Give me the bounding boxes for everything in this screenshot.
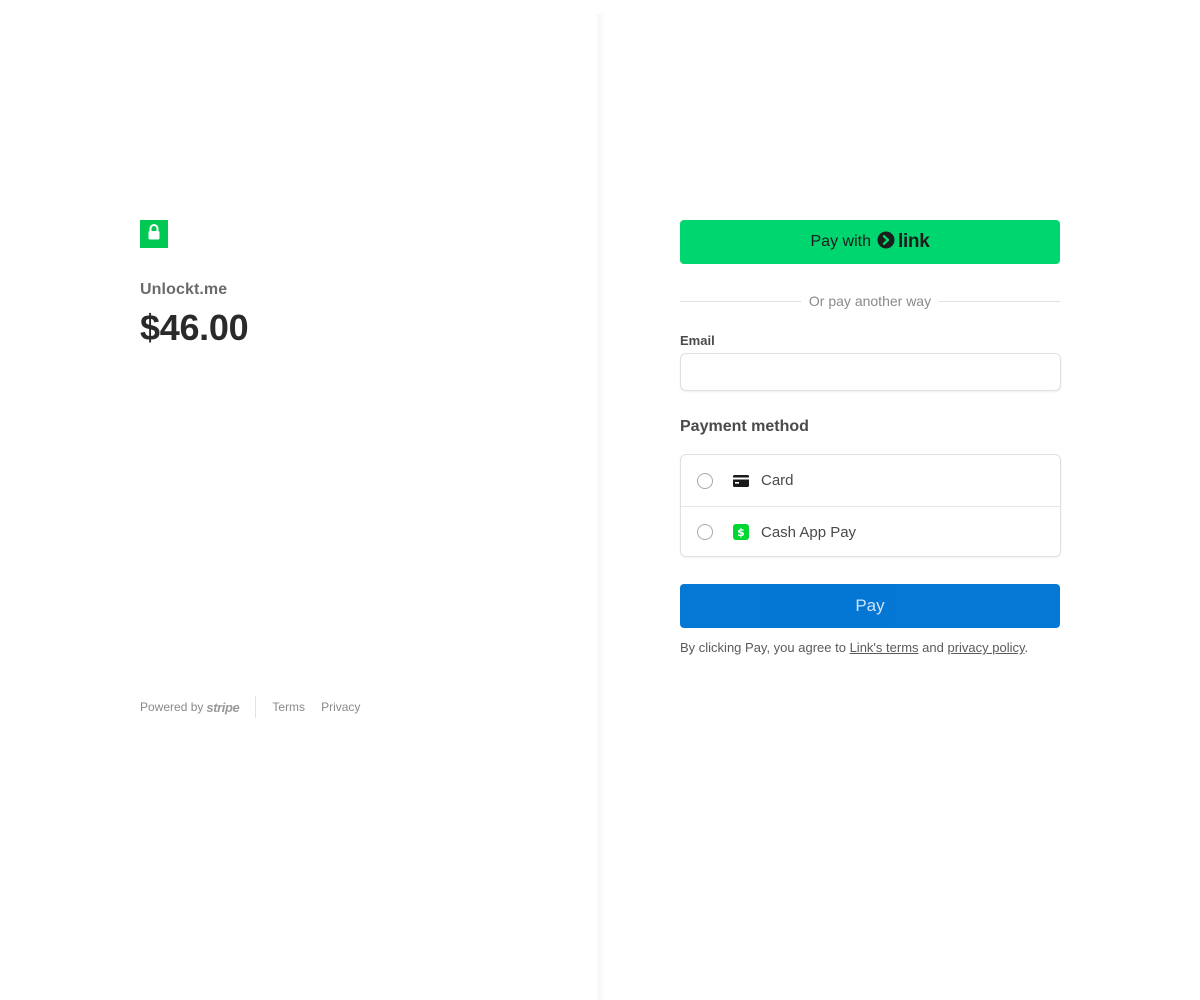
terms-link[interactable]: Terms — [272, 700, 305, 714]
footer-separator — [255, 696, 257, 718]
powered-by-stripe[interactable]: Powered by stripe — [140, 699, 240, 715]
payment-panel: Pay with link Or pay another way Email P… — [680, 220, 1061, 655]
divider-line — [939, 300, 1061, 302]
link-wordmark: link — [897, 231, 930, 252]
link-logo: link — [877, 231, 930, 254]
order-summary-panel: Unlockt.me $46.00 Powered by stripe Term… — [0, 0, 600, 1000]
privacy-policy-link[interactable]: privacy policy — [947, 640, 1024, 655]
merchant-logo — [140, 220, 168, 248]
payment-method-list: Card $ Cash App Pay — [680, 454, 1061, 557]
pay-button[interactable]: Pay — [680, 584, 1060, 628]
agreement-suffix: . — [1024, 640, 1029, 655]
link-terms-link[interactable]: Link's terms — [850, 640, 919, 655]
or-divider: Or pay another way — [680, 290, 1061, 312]
email-field[interactable] — [680, 353, 1061, 391]
pay-button-label: Pay — [855, 596, 885, 615]
cash-app-icon: $ — [733, 524, 749, 540]
or-divider-text: Or pay another way — [808, 293, 932, 309]
stripe-logo: stripe — [206, 699, 240, 715]
footer: Powered by stripe Terms Privacy — [140, 696, 376, 718]
cash-app-label: Cash App Pay — [761, 523, 857, 541]
agreement-prefix: By clicking Pay, you agree to — [680, 640, 846, 655]
privacy-link[interactable]: Privacy — [321, 700, 360, 714]
merchant-name: Unlockt.me — [140, 281, 228, 298]
payment-method-heading: Payment method — [680, 418, 809, 435]
card-radio[interactable] — [697, 472, 713, 489]
agreement-and: and — [922, 640, 944, 655]
pay-with-link-button[interactable]: Pay with link — [680, 220, 1060, 264]
agreement-text: By clicking Pay, you agree to Link's ter… — [680, 640, 1080, 655]
total-amount: $46.00 — [140, 307, 249, 348]
credit-card-icon — [733, 473, 749, 489]
card-label: Card — [761, 472, 794, 489]
lock-icon — [146, 223, 162, 246]
powered-by-label: Powered by — [140, 700, 204, 714]
payment-option-card[interactable]: Card — [681, 455, 1060, 506]
svg-text:$: $ — [737, 526, 745, 539]
payment-option-cash-app[interactable]: $ Cash App Pay — [681, 506, 1060, 556]
divider-line — [680, 300, 801, 302]
link-arrow-icon — [877, 231, 895, 254]
cash-app-radio[interactable] — [697, 524, 713, 540]
pay-with-label: Pay with — [810, 233, 871, 250]
email-label: Email — [680, 333, 715, 348]
panel-divider — [596, 14, 604, 1000]
